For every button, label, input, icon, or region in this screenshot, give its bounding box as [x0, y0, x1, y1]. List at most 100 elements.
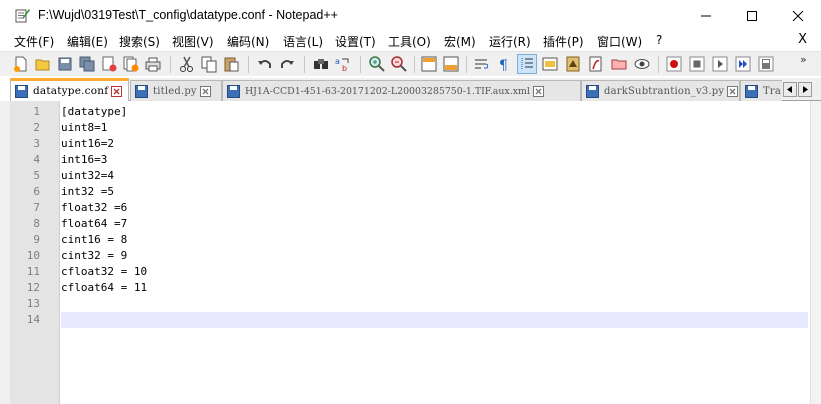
function-list-icon[interactable]	[587, 55, 605, 73]
line-number: 5	[33, 169, 40, 182]
user-defined-language-icon[interactable]	[541, 55, 559, 73]
cut-icon[interactable]	[178, 55, 196, 73]
record-macro-icon[interactable]	[665, 55, 683, 73]
tab-scroll-right-button[interactable]	[798, 82, 812, 97]
sync-vertical-icon[interactable]	[420, 55, 438, 73]
new-file-icon[interactable]	[12, 55, 30, 73]
close-all-icon[interactable]	[122, 55, 140, 73]
menu-window[interactable]: 窗口(W)	[597, 33, 642, 50]
zoom-in-icon[interactable]	[368, 55, 386, 73]
tab-close-icon[interactable]	[727, 85, 739, 97]
close-document-button[interactable]: X	[798, 32, 807, 47]
show-all-characters-icon[interactable]: ¶	[495, 55, 513, 73]
line-number: 14	[26, 313, 40, 326]
code-line[interactable]: cfloat32 = 10	[61, 265, 147, 278]
menu-encoding[interactable]: 编码(N)	[227, 33, 269, 50]
code-line[interactable]: cint16 = 8	[61, 233, 127, 246]
find-icon[interactable]	[312, 55, 330, 73]
line-number: 9	[33, 233, 40, 246]
tab-label: HJ1A-CCD1-451-63-20171202-L20003285750-1…	[245, 85, 530, 97]
paste-icon[interactable]	[222, 55, 240, 73]
menu-language[interactable]: 语言(L)	[283, 33, 323, 50]
redo-icon[interactable]	[278, 55, 296, 73]
run-macro-multiple-icon[interactable]	[734, 55, 752, 73]
save-all-icon[interactable]	[78, 55, 96, 73]
replace-icon[interactable]: ab	[334, 55, 352, 73]
tab-close-icon[interactable]	[532, 85, 544, 97]
line-number: 8	[33, 217, 40, 230]
save-macro-icon[interactable]	[757, 55, 775, 73]
editor-area[interactable]: 1 2 3 4 5 6 7 8 9 10 11 12 13 14 [dataty…	[10, 101, 810, 404]
code-line[interactable]: uint8=1	[61, 121, 107, 134]
code-line[interactable]: float64 =7	[61, 217, 127, 230]
saved-file-icon	[227, 84, 240, 98]
menu-tools[interactable]: 工具(O)	[388, 33, 431, 50]
undo-icon[interactable]	[256, 55, 274, 73]
tab-bar: datatype.conf titled.py HJ1A-CCD1-451-63…	[10, 78, 821, 101]
vertical-scrollbar[interactable]	[810, 101, 821, 404]
tab-tra-partial[interactable]: Tra	[740, 80, 782, 101]
code-line[interactable]: int16=3	[61, 153, 107, 166]
minimize-button[interactable]	[683, 0, 729, 31]
menu-edit[interactable]: 编辑(E)	[67, 33, 108, 50]
title-bar: F:\Wujd\0319Test\T_config\datatype.conf …	[0, 0, 821, 31]
saved-file-icon	[135, 84, 148, 98]
save-icon[interactable]	[56, 55, 74, 73]
toolbar-separator	[170, 56, 171, 73]
code-line[interactable]: int32 =5	[61, 185, 114, 198]
zoom-out-icon[interactable]	[390, 55, 408, 73]
tab-scroll-left-button[interactable]	[783, 82, 797, 97]
arrow-left-icon	[787, 86, 792, 93]
menu-run[interactable]: 运行(R)	[489, 33, 531, 50]
print-icon[interactable]	[144, 55, 162, 73]
toolbar-overflow-chevron[interactable]: »	[800, 53, 807, 66]
line-number: 10	[26, 249, 40, 262]
close-file-icon[interactable]	[100, 55, 118, 73]
tab-darksubtrantion-v3-py[interactable]: darkSubtrantion_v3.py	[581, 80, 740, 101]
tab-close-icon[interactable]	[199, 85, 211, 97]
arrow-right-icon	[803, 86, 808, 93]
menu-macro[interactable]: 宏(M)	[444, 33, 476, 50]
menu-view[interactable]: 视图(V)	[172, 33, 214, 50]
tab-titled-py[interactable]: titled.py	[130, 80, 222, 101]
code-line[interactable]: float32 =6	[61, 201, 127, 214]
tab-datatype-conf[interactable]: datatype.conf	[10, 78, 129, 101]
tab-label: titled.py	[153, 85, 197, 97]
monitoring-icon[interactable]	[633, 55, 651, 73]
menu-settings[interactable]: 设置(T)	[335, 33, 376, 50]
play-macro-icon[interactable]	[711, 55, 729, 73]
menu-plugins[interactable]: 插件(P)	[543, 33, 584, 50]
line-number: 11	[26, 265, 40, 278]
tab-close-icon[interactable]	[111, 85, 123, 97]
code-line[interactable]: uint16=2	[61, 137, 114, 150]
indent-guide-icon[interactable]	[517, 54, 537, 74]
sync-horizontal-icon[interactable]	[442, 55, 460, 73]
word-wrap-icon[interactable]	[473, 55, 491, 73]
maximize-button[interactable]	[729, 0, 775, 31]
background-window-edge	[0, 101, 10, 404]
folder-as-workspace-icon[interactable]	[610, 55, 628, 73]
open-file-icon[interactable]	[34, 55, 52, 73]
close-icon	[792, 10, 804, 21]
copy-icon[interactable]	[200, 55, 218, 73]
code-line[interactable]: [datatype]	[61, 105, 127, 118]
maximize-icon	[747, 10, 757, 21]
document-map-icon[interactable]	[564, 55, 582, 73]
toolbar-separator	[658, 56, 659, 73]
tab-hj1a-aux-xml[interactable]: HJ1A-CCD1-451-63-20171202-L20003285750-1…	[222, 80, 581, 101]
toolbar-separator	[466, 56, 467, 73]
toolbar-separator	[304, 56, 305, 73]
code-line[interactable]: uint32=4	[61, 169, 114, 182]
menu-search[interactable]: 搜索(S)	[119, 33, 160, 50]
code-line[interactable]: cint32 = 9	[61, 249, 127, 262]
toolbar: ab ¶ »	[0, 51, 821, 76]
notepad-plus-plus-icon	[15, 9, 30, 23]
saved-file-icon	[745, 84, 758, 98]
stop-macro-icon[interactable]	[688, 55, 706, 73]
menu-file[interactable]: 文件(F)	[14, 33, 54, 50]
line-number: 7	[33, 201, 40, 214]
code-line[interactable]: cfloat64 = 11	[61, 281, 147, 294]
menu-help[interactable]: ?	[656, 33, 662, 47]
close-button[interactable]	[775, 0, 821, 31]
svg-text:b: b	[342, 64, 347, 73]
